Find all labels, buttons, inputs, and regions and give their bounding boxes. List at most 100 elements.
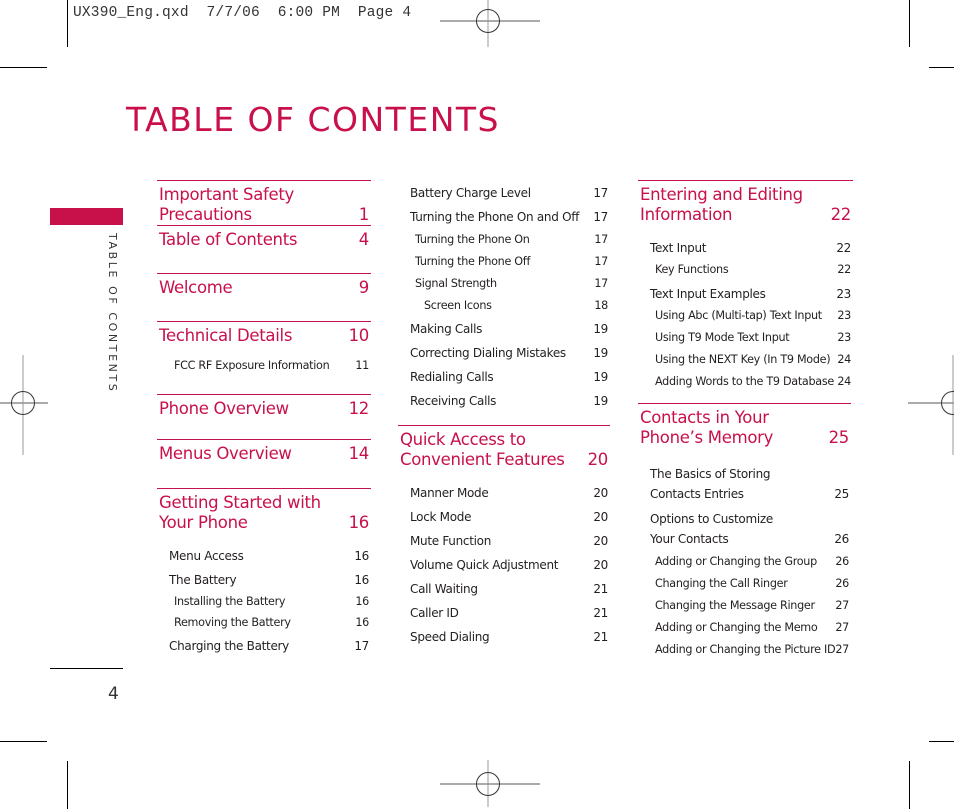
toc-section[interactable]: Getting Started with Your Phone 16 Menu A… bbox=[157, 488, 371, 653]
entry-page: 20 bbox=[593, 486, 608, 500]
section-page: 1 bbox=[358, 205, 370, 224]
toc-section[interactable]: Technical Details 10 FCC RF Exposure Info… bbox=[157, 321, 371, 394]
toc-entry[interactable]: The Basics of Storing Contacts Entries 25 bbox=[638, 464, 851, 504]
section-title[interactable]: Important Safety Precautions bbox=[159, 185, 353, 225]
entry-title: Manner Mode bbox=[410, 486, 489, 500]
entry-title: Mute Function bbox=[410, 534, 492, 548]
footer-rule bbox=[50, 668, 123, 669]
section-title[interactable]: Menus Overview bbox=[159, 444, 343, 464]
toc-entry[interactable]: The Battery 16 bbox=[157, 573, 371, 587]
toc-entry[interactable]: Turning the Phone On 17 bbox=[398, 233, 610, 246]
entry-title: Speed Dialing bbox=[410, 630, 490, 644]
toc-entry[interactable]: Manner Mode 20 bbox=[398, 486, 610, 500]
toc-entry[interactable]: Charging the Battery 17 bbox=[157, 639, 371, 653]
entry-title: Caller ID bbox=[410, 606, 459, 620]
entry-page: 17 bbox=[354, 639, 369, 653]
toc-section[interactable]: Welcome 9 bbox=[157, 273, 371, 321]
toc-section[interactable]: Important Safety Precautions 1 bbox=[157, 180, 371, 225]
toc-entry[interactable]: Options to Customize Your Contacts 26 bbox=[638, 509, 851, 549]
section-title[interactable]: Table of Contents bbox=[159, 230, 353, 250]
section-title[interactable]: Technical Details bbox=[159, 326, 343, 346]
entry-title: Installing the Battery bbox=[174, 595, 286, 608]
entry-page: 17 bbox=[594, 277, 608, 290]
section-title[interactable]: Quick Access to Convenient Features bbox=[400, 430, 582, 470]
section-title[interactable]: Welcome bbox=[159, 278, 353, 298]
entry-title: Menu Access bbox=[169, 549, 244, 563]
toc-section[interactable]: Menus Overview 14 bbox=[157, 439, 371, 488]
entry-title: The Battery bbox=[169, 573, 237, 587]
entry-page: 23 bbox=[837, 331, 851, 344]
toc-entry[interactable]: Correcting Dialing Mistakes 19 bbox=[398, 346, 610, 360]
entry-page: 21 bbox=[593, 630, 608, 644]
entry-title: Adding or Changing the Picture ID bbox=[655, 643, 836, 656]
toc-entry[interactable]: Making Calls 19 bbox=[398, 322, 610, 336]
entry-page: 19 bbox=[593, 394, 608, 408]
crop-mark bbox=[929, 67, 954, 68]
toc-section[interactable]: Phone Overview 12 bbox=[157, 394, 371, 439]
toc-entry[interactable]: Menu Access 16 bbox=[157, 549, 371, 563]
toc-entry[interactable]: Using T9 Mode Text Input 23 bbox=[638, 331, 853, 344]
toc-entry[interactable]: Mute Function 20 bbox=[398, 534, 610, 548]
section-title[interactable]: Entering and Editing Information bbox=[640, 185, 825, 225]
toc-section[interactable]: Contacts in Your Phone’s Memory 25 The Ba… bbox=[638, 403, 851, 656]
entry-page: 18 bbox=[594, 299, 608, 312]
section-title[interactable]: Contacts in Your Phone’s Memory bbox=[640, 408, 823, 448]
toc-entry[interactable]: Receiving Calls 19 bbox=[398, 394, 610, 408]
toc-entry[interactable]: Adding or Changing the Memo 27 bbox=[638, 621, 851, 634]
toc-entry[interactable]: Call Waiting 21 bbox=[398, 582, 610, 596]
toc-entry[interactable]: Key Functions 22 bbox=[638, 263, 853, 276]
entry-title: Screen Icons bbox=[424, 299, 492, 312]
toc-entry[interactable]: FCC RF Exposure Information 11 bbox=[157, 359, 371, 372]
crop-mark bbox=[0, 741, 47, 742]
entry-page: 17 bbox=[594, 233, 608, 246]
toc-entry[interactable]: Redialing Calls 19 bbox=[398, 370, 610, 384]
entry-page: 19 bbox=[593, 346, 608, 360]
toc-entry[interactable]: Caller ID 21 bbox=[398, 606, 610, 620]
crop-mark bbox=[909, 0, 910, 47]
toc-section[interactable]: Entering and Editing Information 22 Text … bbox=[638, 180, 853, 388]
entry-page: 27 bbox=[835, 621, 849, 634]
crop-mark bbox=[909, 761, 910, 809]
toc-entry[interactable]: Turning the Phone On and Off 17 bbox=[398, 210, 610, 224]
entry-title: Using T9 Mode Text Input bbox=[655, 331, 790, 344]
toc-entry[interactable]: Installing the Battery 16 bbox=[157, 595, 371, 608]
toc-section[interactable]: Table of Contents 4 bbox=[157, 225, 371, 273]
toc-entry[interactable]: Text Input 22 bbox=[638, 241, 853, 255]
registration-mark-right bbox=[908, 355, 954, 455]
crop-mark bbox=[0, 67, 47, 68]
section-page: 20 bbox=[587, 450, 609, 469]
entry-title: Text Input bbox=[650, 241, 707, 255]
entry-page: 26 bbox=[835, 577, 849, 590]
toc-entry[interactable]: Adding or Changing the Picture ID 27 bbox=[638, 643, 851, 656]
toc-entry[interactable]: Speed Dialing 21 bbox=[398, 630, 610, 644]
section-page: 10 bbox=[348, 326, 370, 345]
toc-entry[interactable]: Battery Charge Level 17 bbox=[398, 186, 610, 200]
toc-column-2: Battery Charge Level 17 Turning the Phone… bbox=[398, 180, 610, 644]
crop-mark bbox=[929, 741, 954, 742]
toc-entry[interactable]: Using Abc (Multi-tap) Text Input 23 bbox=[638, 309, 853, 322]
toc-entry[interactable]: Turning the Phone Off 17 bbox=[398, 255, 610, 268]
section-title[interactable]: Getting Started with Your Phone bbox=[159, 493, 343, 533]
page-number: 4 bbox=[108, 684, 119, 704]
toc-entry[interactable]: Adding or Changing the Group 26 bbox=[638, 555, 851, 568]
toc-column-3: Entering and Editing Information 22 Text … bbox=[638, 180, 853, 656]
toc-entry[interactable]: Changing the Call Ringer 26 bbox=[638, 577, 851, 590]
entry-title: Correcting Dialing Mistakes bbox=[410, 346, 566, 360]
toc-entry[interactable]: Text Input Examples 23 bbox=[638, 287, 853, 301]
entry-title: Text Input Examples bbox=[650, 287, 766, 301]
entry-page: 24 bbox=[837, 353, 851, 366]
entry-page: 27 bbox=[835, 643, 849, 656]
toc-entry[interactable]: Removing the Battery 16 bbox=[157, 616, 371, 629]
toc-entry[interactable]: Changing the Message Ringer 27 bbox=[638, 599, 851, 612]
section-title[interactable]: Phone Overview bbox=[159, 399, 343, 419]
entry-title: Changing the Call Ringer bbox=[655, 577, 788, 590]
toc-entry[interactable]: Screen Icons 18 bbox=[398, 299, 610, 312]
toc-section[interactable]: Quick Access to Convenient Features 20 Ma… bbox=[398, 425, 610, 644]
toc-entry[interactable]: Signal Strength 17 bbox=[398, 277, 610, 290]
registration-mark-top bbox=[440, 0, 540, 47]
toc-entry[interactable]: Volume Quick Adjustment 20 bbox=[398, 558, 610, 572]
toc-entry[interactable]: Using the NEXT Key (In T9 Mode) 24 bbox=[638, 353, 853, 366]
entry-title: Key Functions bbox=[655, 263, 729, 276]
toc-entry[interactable]: Lock Mode 20 bbox=[398, 510, 610, 524]
toc-entry[interactable]: Adding Words to the T9 Database 24 bbox=[638, 375, 853, 388]
